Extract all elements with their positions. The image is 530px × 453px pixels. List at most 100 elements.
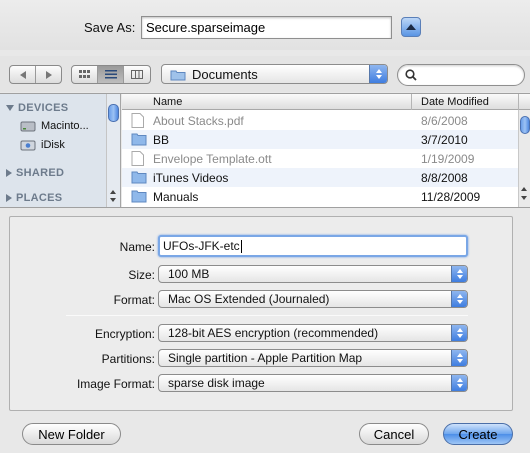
list-view-button[interactable]	[98, 66, 124, 83]
disclosure-right-icon	[6, 169, 12, 177]
popup-arrows-icon	[451, 266, 467, 282]
column-header-date[interactable]: Date Modified	[421, 96, 489, 108]
file-row[interactable]: iTunes Videos 8/8/2008	[122, 168, 518, 187]
list-view-icon	[104, 70, 117, 79]
scroll-down-arrow-icon[interactable]	[110, 198, 116, 202]
file-list: Name Date Modified About Stacks.pdf 8/6/…	[122, 94, 530, 207]
partitions-label: Partitions:	[101, 352, 155, 366]
popup-arrows-icon	[451, 350, 467, 366]
file-name: Envelope Template.ott	[153, 152, 272, 166]
document-icon	[131, 113, 144, 128]
triangle-up-icon	[406, 24, 416, 30]
size-label: Size:	[128, 268, 155, 282]
sidebar-scroll-thumb[interactable]	[108, 104, 119, 122]
back-button[interactable]	[10, 66, 36, 83]
file-list-scroll-thumb[interactable]	[520, 116, 530, 134]
cancel-button[interactable]: Cancel	[359, 423, 429, 445]
back-forward-control	[9, 65, 62, 84]
file-name: BB	[153, 133, 170, 147]
file-row[interactable]: BB 3/7/2010	[122, 130, 518, 149]
document-icon	[131, 151, 144, 166]
disclosure-right-icon	[6, 194, 12, 202]
image-format-value: sparse disk image	[168, 376, 265, 390]
column-divider	[411, 94, 412, 110]
format-value: Mac OS Extended (Journaled)	[168, 292, 330, 306]
encryption-value: 128-bit AES encryption (recommended)	[168, 326, 379, 340]
file-name: iTunes Videos	[153, 171, 229, 185]
hard-drive-icon	[20, 121, 36, 132]
search-icon	[405, 69, 417, 81]
format-label: Format:	[113, 293, 155, 307]
save-as-label: Save As:	[84, 20, 136, 35]
file-date: 3/7/2010	[421, 133, 468, 147]
image-format-label: Image Format:	[76, 377, 155, 391]
sidebar-item-label: Macinto...	[41, 120, 89, 132]
documents-folder-icon	[170, 70, 186, 80]
file-row[interactable]: Envelope Template.ott 1/19/2009	[122, 149, 518, 168]
icon-view-button[interactable]	[72, 66, 99, 83]
file-row[interactable]: Manuals 11/28/2009	[122, 187, 518, 206]
partitions-value: Single partition - Apple Partition Map	[168, 351, 363, 365]
image-name-field[interactable]: UFOs-JFK-etc	[158, 235, 468, 257]
disclosure-down-icon	[6, 105, 14, 111]
options-divider	[66, 315, 468, 316]
file-name: About Stacks.pdf	[153, 114, 244, 128]
collapse-dialog-button[interactable]	[401, 17, 421, 37]
sidebar-item-macintosh-hd[interactable]: Macinto...	[20, 119, 89, 133]
image-name-value: UFOs-JFK-etc	[163, 239, 240, 253]
search-field[interactable]	[397, 64, 525, 86]
file-date: 11/28/2009	[421, 190, 481, 204]
encryption-label: Encryption:	[94, 327, 155, 341]
sidebar-section-devices[interactable]: DEVICES	[6, 102, 68, 114]
popup-arrows-icon	[451, 291, 467, 307]
forward-arrow-icon	[45, 70, 52, 79]
size-popup[interactable]: 100 MB	[158, 265, 468, 283]
encryption-popup[interactable]: 128-bit AES encryption (recommended)	[158, 324, 468, 342]
sidebar-section-label: PLACES	[16, 192, 63, 204]
image-options-panel: Name: UFOs-JFK-etc Size: 100 MB Format: …	[9, 216, 513, 411]
view-mode-control	[71, 65, 151, 84]
back-arrow-icon	[19, 70, 26, 79]
browser-toolbar: Documents	[0, 56, 530, 92]
idisk-icon	[20, 140, 36, 151]
scroll-up-arrow-icon[interactable]	[521, 187, 527, 191]
popup-arrows-icon	[451, 375, 467, 391]
save-as-bar: Save As: Secure.sparseimage	[0, 0, 530, 50]
size-value: 100 MB	[168, 267, 210, 281]
file-browser: DEVICES Macinto... iDisk SHARED PLACES N…	[0, 93, 530, 208]
file-list-scrollbar[interactable]	[518, 110, 530, 207]
column-header-name[interactable]: Name	[153, 96, 182, 108]
create-button[interactable]: Create	[443, 423, 513, 445]
sidebar-item-label: iDisk	[41, 139, 65, 151]
save-as-field[interactable]: Secure.sparseimage	[141, 16, 392, 39]
scroll-up-arrow-icon[interactable]	[110, 190, 116, 194]
sidebar-section-shared[interactable]: SHARED	[6, 167, 64, 179]
partitions-popup[interactable]: Single partition - Apple Partition Map	[158, 349, 468, 367]
file-date: 8/6/2008	[421, 114, 468, 128]
forward-button[interactable]	[36, 66, 61, 83]
popup-arrows-icon	[451, 325, 467, 341]
file-date: 1/19/2009	[421, 152, 475, 166]
folder-icon	[131, 171, 147, 184]
popup-arrows-icon	[369, 65, 387, 83]
location-popup[interactable]: Documents	[161, 64, 388, 84]
column-view-button[interactable]	[124, 66, 150, 83]
sidebar-section-label: DEVICES	[18, 102, 69, 114]
sidebar: DEVICES Macinto... iDisk SHARED PLACES	[0, 94, 121, 207]
sidebar-section-label: SHARED	[16, 167, 65, 179]
new-folder-button[interactable]: New Folder	[22, 423, 121, 445]
location-label: Documents	[192, 66, 258, 82]
text-caret	[240, 240, 242, 254]
file-list-header: Name Date Modified	[122, 94, 530, 110]
folder-icon	[131, 133, 147, 146]
column-view-icon	[130, 70, 143, 79]
sidebar-item-idisk[interactable]: iDisk	[20, 138, 65, 152]
format-popup[interactable]: Mac OS Extended (Journaled)	[158, 290, 468, 308]
icon-view-icon	[79, 70, 91, 78]
folder-icon	[131, 190, 147, 203]
sidebar-scrollbar[interactable]	[106, 94, 120, 207]
image-format-popup[interactable]: sparse disk image	[158, 374, 468, 392]
file-row[interactable]: About Stacks.pdf 8/6/2008	[122, 111, 518, 130]
sidebar-section-places[interactable]: PLACES	[6, 192, 62, 204]
scroll-down-arrow-icon[interactable]	[521, 196, 527, 200]
